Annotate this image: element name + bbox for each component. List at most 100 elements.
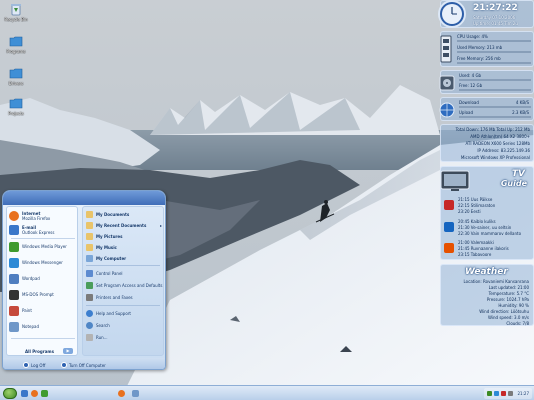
start-menu-program-access[interactable]: Set Program Access and Defaults: [86, 280, 164, 290]
ram-chip-icon: [440, 35, 452, 63]
start-menu-my-computer[interactable]: My Computer: [86, 253, 164, 263]
clock-date: Saturday 07.10.2006: [473, 15, 516, 20]
run-icon: [86, 333, 93, 341]
paint-icon: [9, 305, 19, 316]
download-meter: [459, 106, 531, 108]
tv-guide-title-tv: TV: [511, 169, 525, 179]
start-menu-item-paint[interactable]: Paint: [9, 304, 77, 317]
upload-value: 2.3 KB/S: [512, 110, 529, 115]
tv-listing: 23:15 Tabavoore: [458, 252, 492, 257]
start-menu-item-wordpad[interactable]: Wordpad: [9, 272, 77, 285]
weather-line: Pressure: 1024.7 hPa: [486, 297, 529, 302]
taskbar-app-icon[interactable]: [118, 390, 125, 397]
start-menu-item-sub: Mozilla Firefox: [22, 215, 51, 221]
tray-messenger-icon[interactable]: [494, 391, 500, 396]
tv-listing: 23:20 Eesti: [458, 209, 481, 214]
clock-uptime: Up time: 01:45 Tim 2u: [473, 21, 518, 26]
free-memory-label: Free Memory: 256 mb: [457, 56, 501, 61]
start-menu-run[interactable]: Run...: [86, 332, 164, 342]
start-menu-my-recent-documents[interactable]: My Recent Documents ▸: [86, 220, 164, 230]
firefox-quicklaunch-icon[interactable]: [31, 390, 38, 397]
msdos-icon: [9, 289, 19, 300]
cpu-name: AMD Athlon(tm) 64 X2 3800+: [470, 134, 530, 139]
system-monitor-cpu-ram: CPU Usage: 4% Used Memory: 213 mb Free M…: [440, 31, 534, 67]
recycle-bin-icon: [11, 4, 21, 16]
start-menu-my-documents[interactable]: My Documents: [86, 209, 164, 219]
media-player-icon: [9, 241, 19, 252]
my-pictures-icon: [86, 232, 93, 240]
start-menu-places: My Documents My Recent Documents ▸ My Pi…: [82, 206, 164, 356]
all-programs-arrow-icon[interactable]: ▶: [63, 348, 73, 354]
start-menu-place-label: Set Program Access and Defaults: [96, 282, 163, 288]
start-menu-search[interactable]: Search: [86, 320, 164, 330]
clock-gadget[interactable]: 21:27:22 Saturday 07.10.2006 Up time: 01…: [438, 0, 534, 28]
system-monitor-network: Download 4 KB/S Upload 2.3 KB/S: [439, 97, 534, 121]
start-menu-item-internet[interactable]: Internet Mozilla Firefox: [9, 209, 77, 222]
ip-address: IP Address: 83.225.149.36: [477, 148, 530, 153]
start-menu-my-pictures[interactable]: My Pictures: [86, 231, 164, 241]
start-menu-place-label: Run...: [96, 334, 108, 340]
search-icon: [86, 321, 93, 329]
start-menu-control-panel[interactable]: Control Panel: [86, 268, 164, 278]
show-desktop-icon[interactable]: [21, 390, 28, 397]
tv-listing: 20:45 Kaiblo kuliks: [458, 219, 496, 224]
all-programs-button[interactable]: All Programs: [25, 349, 54, 354]
start-menu-my-music[interactable]: My Music: [86, 242, 164, 252]
start-menu-place-label: Control Panel: [96, 270, 123, 276]
folder-icon: [9, 36, 23, 47]
start-menu-item-label: Wordpad: [22, 276, 40, 281]
start-menu-place-label: Printers and Faxes: [96, 294, 133, 300]
tray-security-icon[interactable]: [501, 391, 507, 396]
tv-listing: 22:15 Stilimaraton: [458, 203, 496, 208]
start-menu-item-msdos[interactable]: MS-DOS Prompt: [9, 288, 77, 301]
weather-line: Clouds: 7/8: [506, 321, 529, 326]
log-off-button[interactable]: Log Off: [23, 362, 45, 368]
log-off-label: Log Off: [31, 362, 46, 368]
start-menu-divider: [86, 265, 160, 266]
start-menu-place-label: My Documents: [96, 211, 130, 217]
recent-documents-icon: [86, 221, 93, 229]
printer-icon: [86, 293, 93, 301]
analog-clock-icon: [438, 0, 466, 28]
tv-channel-2[interactable]: 20:45 Kaiblo kuliks 21:30 Ve-sainer, uu …: [444, 219, 532, 239]
os-name: Microsoft Windows XP Professional: [460, 155, 530, 160]
desktop-icon-programs[interactable]: Programs: [3, 34, 29, 54]
tray-clock[interactable]: 21:27: [517, 391, 529, 396]
start-menu-item-notepad[interactable]: Notepad: [9, 320, 77, 333]
start-button[interactable]: [3, 388, 17, 399]
desktop-icon-projects[interactable]: Projects: [3, 96, 29, 116]
weather-line: Wind direction: Lõõtsuhu: [479, 309, 529, 314]
turn-off-button[interactable]: Turn Off Computer: [61, 362, 106, 368]
media-player-quicklaunch-icon[interactable]: [41, 390, 48, 397]
my-computer-icon: [86, 254, 93, 262]
desktop-icon-label: Recycle Bin: [4, 17, 28, 22]
upload-meter: [459, 116, 531, 118]
tv-guide-gadget[interactable]: TV Guide 21:15 Uus Päikse 22:15 Stilimar…: [440, 166, 534, 260]
system-tray: 21:27: [484, 388, 532, 399]
desktop-icon-label: Projects: [8, 111, 24, 116]
folder-icon: [9, 68, 23, 79]
network-totals: Total Down: 176 Mb Total Up: 212 Mb: [455, 127, 530, 132]
tray-volume-icon[interactable]: [508, 391, 514, 396]
weather-line: Last updated: 21:00: [488, 285, 529, 290]
channel-red-icon: [444, 200, 454, 210]
start-menu-item-messenger[interactable]: Windows Messenger: [9, 256, 77, 269]
desktop-icon-recycle-bin[interactable]: Recycle Bin: [3, 2, 29, 22]
taskbar-app-icon[interactable]: [132, 390, 139, 397]
tray-network-icon[interactable]: [487, 391, 493, 396]
start-menu-item-email[interactable]: E-mail Outlook Express: [9, 223, 77, 236]
upload-label: Upload: [459, 110, 474, 115]
start-menu-help[interactable]: Help and Support: [86, 308, 164, 318]
folder-icon: [9, 98, 23, 109]
start-menu-printers[interactable]: Printers and Faxes: [86, 292, 164, 302]
start-menu-item-media-player[interactable]: Windows Media Player: [9, 240, 77, 253]
tv-channel-3[interactable]: 21:00 Valemaakki 21:45 Ruvnaanne ilakori…: [444, 240, 532, 260]
start-menu-place-label: My Music: [96, 244, 117, 250]
weather-gadget[interactable]: Weather Location: Rovaniemi Kansanrana L…: [440, 264, 534, 326]
log-off-icon: [23, 362, 29, 368]
desktop-icon-drivers[interactable]: Drivers: [3, 66, 29, 86]
used-memory-label: Used Memory: 213 mb: [457, 45, 503, 50]
tv-channel-1[interactable]: 21:15 Uus Päikse 22:15 Stilimaraton 23:2…: [444, 197, 532, 217]
network-globe-icon: [439, 102, 455, 118]
weather-title: Weather: [465, 267, 508, 277]
